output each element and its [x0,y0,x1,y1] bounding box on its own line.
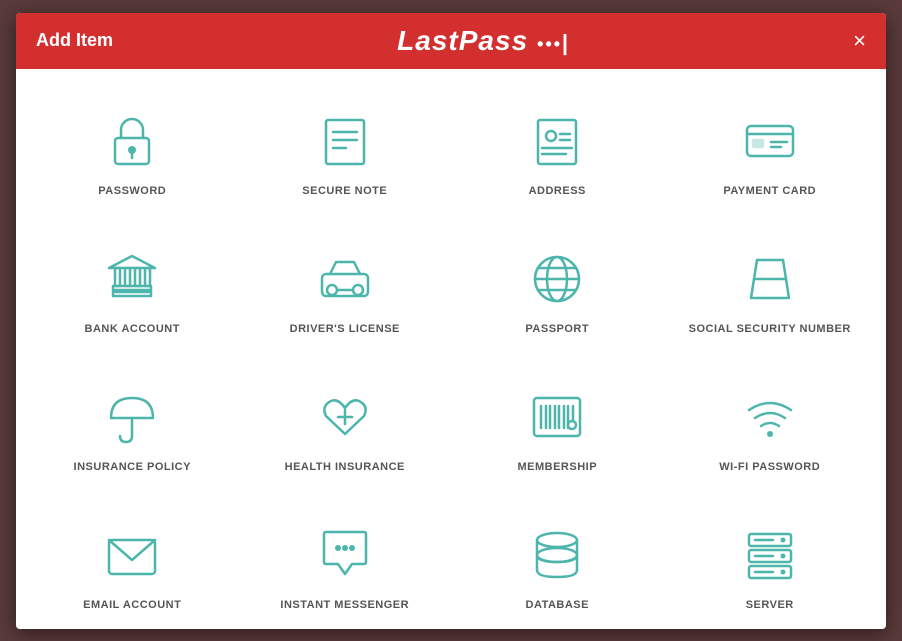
close-button[interactable]: × [853,30,866,52]
item-payment-card[interactable]: PAYMENT CARD [664,89,877,217]
modal-header: Add Item LastPass •••| × [16,13,886,69]
item-membership-label: MEMBERSHIP [517,461,597,473]
add-item-modal: Add Item LastPass •••| × PASSWORD [16,13,886,629]
item-password[interactable]: PASSWORD [26,89,239,217]
modal-title: Add Item [36,30,113,51]
address-icon [525,109,589,173]
item-ssn[interactable]: SOCIAL SECURITY NUMBER [664,227,877,355]
barcode-icon [525,385,589,449]
umbrella-icon [100,385,164,449]
item-drivers-license[interactable]: DRIVER'S LICENSE [239,227,452,355]
item-ssn-label: SOCIAL SECURITY NUMBER [689,323,851,335]
modal-body: PASSWORD SECURE NOTE [16,69,886,629]
item-membership[interactable]: MEMBERSHIP [451,365,664,493]
item-instant-messenger[interactable]: INSTANT MESSENGER [239,503,452,629]
lastpass-logo: LastPass •••| [397,25,569,57]
item-insurance-policy-label: INSURANCE POLICY [74,461,191,473]
server-icon [738,523,802,587]
item-passport[interactable]: PASSPORT [451,227,664,355]
email-icon [100,523,164,587]
item-bank-account[interactable]: BANK ACCOUNT [26,227,239,355]
note-icon [313,109,377,173]
item-database[interactable]: DATABASE [451,503,664,629]
item-bank-account-label: BANK ACCOUNT [85,323,180,335]
wifi-icon [738,385,802,449]
car-icon [313,247,377,311]
item-database-label: DATABASE [526,599,589,611]
ssn-icon [738,247,802,311]
item-wifi-password[interactable]: WI-FI PASSWORD [664,365,877,493]
item-drivers-license-label: DRIVER'S LICENSE [290,323,400,335]
items-grid: PASSWORD SECURE NOTE [26,89,876,629]
item-server[interactable]: SERVER [664,503,877,629]
item-email-account-label: EMAIL ACCOUNT [83,599,181,611]
item-secure-note[interactable]: SECURE NOTE [239,89,452,217]
item-wifi-password-label: WI-FI PASSWORD [719,461,820,473]
database-icon [525,523,589,587]
item-health-insurance[interactable]: HEALTH INSURANCE [239,365,452,493]
item-server-label: SERVER [746,599,794,611]
item-password-label: PASSWORD [98,185,166,197]
item-address-label: ADDRESS [529,185,586,197]
bank-icon [100,247,164,311]
heart-icon [313,385,377,449]
item-secure-note-label: SECURE NOTE [302,185,387,197]
card-icon [738,109,802,173]
item-instant-messenger-label: INSTANT MESSENGER [280,599,409,611]
passport-icon [525,247,589,311]
item-insurance-policy[interactable]: INSURANCE POLICY [26,365,239,493]
item-email-account[interactable]: EMAIL ACCOUNT [26,503,239,629]
item-address[interactable]: ADDRESS [451,89,664,217]
item-health-insurance-label: HEALTH INSURANCE [285,461,405,473]
lock-icon [100,109,164,173]
item-passport-label: PASSPORT [525,323,589,335]
item-payment-card-label: PAYMENT CARD [723,185,816,197]
chat-icon [313,523,377,587]
